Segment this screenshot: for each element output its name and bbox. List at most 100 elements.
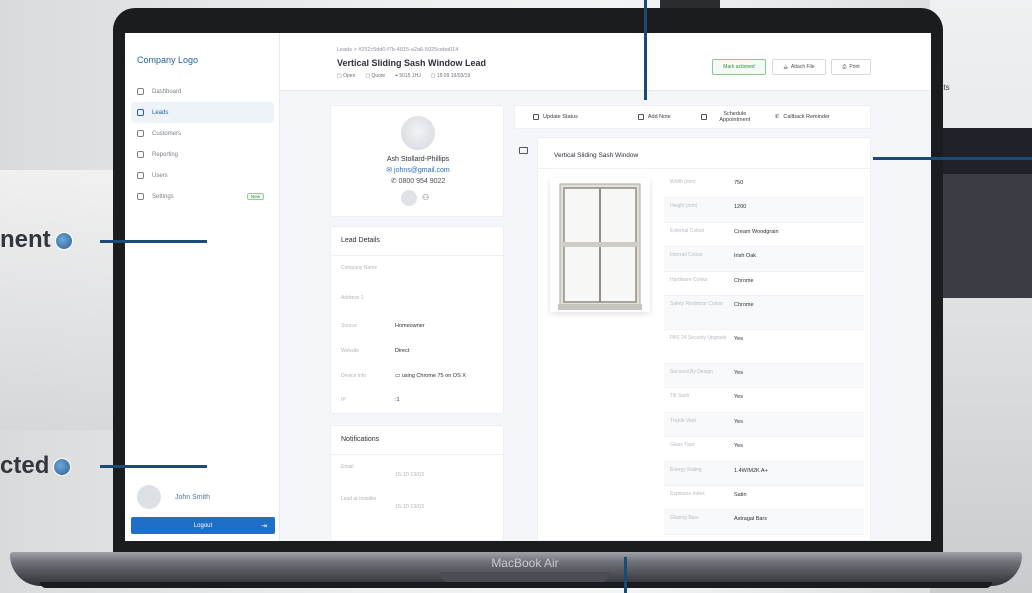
callout-line <box>624 557 627 593</box>
email-value: johns@gmail.com <box>394 167 450 174</box>
globe-icon <box>54 231 73 250</box>
date-value: 15:09 19/03/19 <box>436 73 471 79</box>
callback-label: Callback Reminder <box>783 114 830 120</box>
phone-icon: ✆ <box>774 114 780 120</box>
sidebar-item-dashboard[interactable]: Dashboard <box>131 81 274 102</box>
page-title: Vertical Sliding Sash Window Lead <box>337 58 486 68</box>
spec-row: Glazing Bars Astragal Bars <box>664 510 864 535</box>
status-value: Open <box>343 73 356 79</box>
spec-value: Irish Oak <box>734 253 757 260</box>
current-user[interactable]: John Smith <box>137 485 210 509</box>
sidebar-item-users[interactable]: Users <box>131 165 274 186</box>
sidebar-item-customers[interactable]: Customers <box>131 123 274 144</box>
detail-value: :1 <box>395 397 400 403</box>
add-user-icon[interactable]: ⚇ <box>422 193 429 202</box>
spec-value: Yes <box>734 394 743 401</box>
callout-connected-text: cted <box>0 452 50 479</box>
customer-phone[interactable]: ✆ 0800 954 9022 <box>331 177 505 185</box>
notification-label: Email <box>341 464 354 470</box>
spec-label: Trickle Vent <box>670 417 696 424</box>
sidebar-item-label: Customers <box>152 130 182 137</box>
callout-connected: cted <box>0 452 72 480</box>
lead-details-title: Lead Details <box>341 237 380 244</box>
spec-row: External Colour Cream Woodgrain <box>664 223 864 248</box>
divider <box>538 168 870 169</box>
avatar <box>137 485 161 509</box>
spec-label: External Colour <box>670 227 705 234</box>
detail-label: IP <box>341 397 346 403</box>
sidebar-item-settings[interactable]: Settings New <box>131 186 274 207</box>
page-header: Leads > #252c5dd0-f7b-4015-a2a6-5025ceba… <box>280 33 931 91</box>
sidebar-item-leads[interactable]: Leads <box>131 102 274 123</box>
schedule-label: Schedule Appointment <box>719 111 751 123</box>
spec-value: 1200 <box>734 204 747 211</box>
spec-value: Yes <box>734 443 743 450</box>
spec-value: Astragal Bars <box>734 516 768 523</box>
spec-label: Internal Colour <box>670 252 703 259</box>
lead-action-bar: Update Status Add Note Schedule Appointm… <box>514 105 871 129</box>
laptop-notch <box>440 572 610 582</box>
spec-label: PAS 24 Security Upgrade <box>670 334 727 341</box>
spec-row: Glass Type Yes <box>664 437 864 462</box>
sidebar-item-label: Reporting <box>152 151 179 158</box>
company-logo: Company Logo <box>137 55 199 65</box>
callback-reminder-button[interactable]: ✆ Callback Reminder <box>775 114 830 120</box>
spec-value: Cream Woodgrain <box>734 228 779 235</box>
attach-file-label: Attach File <box>790 64 815 70</box>
detail-label: Source <box>341 323 357 329</box>
breadcrumb[interactable]: Leads > #252c5dd0-f7b-4015-a2a6-5025ceba… <box>337 47 458 53</box>
spec-row: Width (mm) 750 <box>664 174 864 199</box>
sidebar-item-label: Leads <box>152 109 169 116</box>
notification-label: Lead at Installer <box>341 496 377 502</box>
dashboard-icon <box>137 88 144 95</box>
logout-label: Logout <box>193 522 213 529</box>
browser-icon: ▭ <box>395 373 402 379</box>
phone-value: 0800 954 9022 <box>398 178 446 185</box>
spec-label: Glazing Bars <box>670 515 699 522</box>
settings-icon <box>137 193 144 200</box>
profile-card: Ash Stollard-Phillips ✉ johns@gmail.com … <box>330 105 504 217</box>
spec-value: Yes <box>734 369 743 376</box>
callout-line <box>100 240 207 243</box>
date-meta: ▢ 15:09 19/03/19 <box>430 73 471 79</box>
sidebar-item-label: Settings <box>152 193 174 200</box>
leads-icon <box>137 109 144 116</box>
globe-icon <box>53 457 72 476</box>
mark-actioned-label: Mark actioned <box>723 64 755 70</box>
sidebar-item-label: Dashboard <box>152 88 182 95</box>
schedule-appointment-button[interactable]: Schedule Appointment <box>700 111 759 123</box>
macbook-label: MacBook Air <box>491 556 559 570</box>
print-button[interactable]: ⎙ Print <box>831 59 871 75</box>
add-note-button[interactable]: Add Note <box>637 114 671 120</box>
sidebar-item-reporting[interactable]: Reporting <box>131 144 274 165</box>
mark-actioned-button[interactable]: Mark actioned <box>712 59 766 75</box>
logout-button[interactable]: Logout ⇥ <box>131 517 275 534</box>
update-status-button[interactable]: Update Status <box>533 114 578 120</box>
notifications-card: Notifications Email 15:10 19/03 Lead at … <box>330 425 504 541</box>
customer-avatar <box>401 116 435 150</box>
divider <box>331 255 503 256</box>
callout-management: nent <box>0 226 73 254</box>
spec-row: Secured By Design Yes <box>664 363 864 389</box>
type-value: Quote <box>371 73 386 79</box>
notification-value: 15:10 19/03 <box>395 472 425 478</box>
type-meta: ▢ Quote <box>365 73 386 79</box>
detail-value: ▭ using Chrome 75 on OS X <box>395 373 466 379</box>
detail-label: Company Name <box>341 265 378 271</box>
assignee-avatar <box>401 190 417 206</box>
spec-label: Exposure Index <box>670 490 705 497</box>
spec-row: Height (mm) 1200 <box>664 198 864 223</box>
sash-window-illustration <box>558 183 642 310</box>
spec-row: Trickle Vent Yes <box>664 412 864 438</box>
attach-file-button[interactable]: ⧋ Attach File <box>772 59 826 75</box>
new-badge: New <box>246 193 264 200</box>
app-screen: Company Logo Dashboard Leads Customers R… <box>125 33 931 541</box>
customer-email[interactable]: ✉ johns@gmail.com <box>331 166 505 174</box>
spec-row: Hardware Colour Chrome <box>664 272 864 296</box>
customer-name: Ash Stollard-Phillips <box>386 156 450 163</box>
callout-management-text: nent <box>0 226 51 253</box>
users-icon <box>137 172 144 179</box>
background-dark-bar <box>930 128 1032 174</box>
spec-label: Hardware Colour <box>670 276 708 283</box>
spec-label: Height (mm) <box>670 203 698 210</box>
